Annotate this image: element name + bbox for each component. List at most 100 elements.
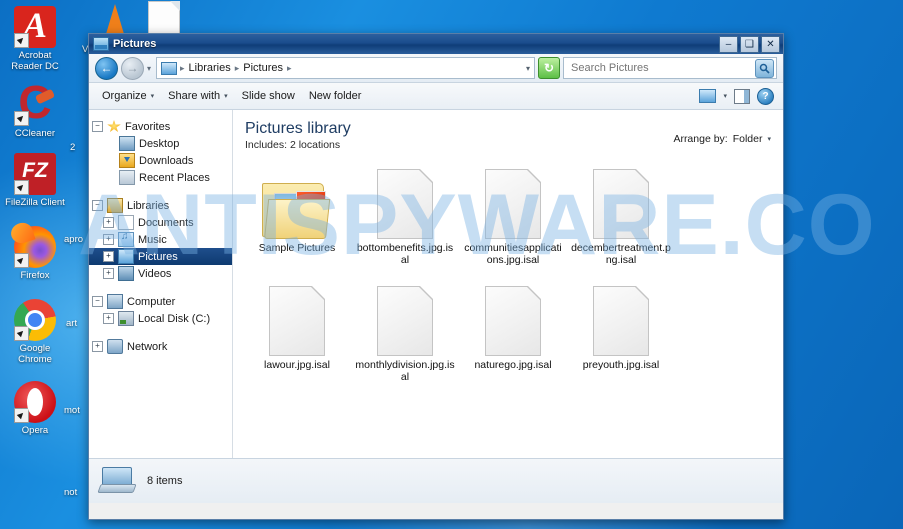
- item-label: Sample Pictures: [258, 242, 336, 254]
- list-item[interactable]: lawour.jpg.isal: [243, 278, 351, 383]
- item-label: lawour.jpg.isal: [264, 359, 330, 371]
- list-item[interactable]: monthlydivision.jpg.isal: [351, 278, 459, 383]
- desktop-hidden-label: mot: [64, 405, 80, 416]
- item-thumbnail: [243, 278, 351, 356]
- item-thumbnail: [567, 278, 675, 356]
- shortcut-overlay-icon: [14, 253, 29, 268]
- breadcrumb[interactable]: ▸ Libraries ▸ Pictures ▸ ▾: [156, 57, 535, 79]
- item-thumbnail: [351, 278, 459, 356]
- expander-icon[interactable]: +: [103, 234, 114, 245]
- acrobat-reader-icon: [14, 4, 56, 48]
- expander-icon[interactable]: +: [103, 313, 114, 324]
- expander-icon[interactable]: +: [103, 251, 114, 262]
- desktop-icon-label: Google Chrome: [18, 343, 52, 365]
- maximize-button[interactable]: ❑: [740, 36, 759, 53]
- file-list-pane[interactable]: Pictures library Includes: 2 locations A…: [233, 110, 783, 458]
- desktop-icon-label: Opera: [21, 425, 49, 436]
- slide-show-button[interactable]: Slide show: [235, 87, 302, 105]
- item-label: monthlydivision.jpg.isal: [355, 359, 455, 383]
- help-icon[interactable]: ?: [757, 87, 774, 105]
- pictures-icon: [118, 249, 134, 264]
- sidebar-item-label: Downloads: [139, 154, 194, 167]
- expander-icon[interactable]: −: [92, 121, 103, 132]
- minimize-button[interactable]: –: [719, 36, 738, 53]
- expander-icon[interactable]: −: [92, 296, 103, 307]
- page-title: Pictures library: [245, 120, 351, 137]
- sidebar-item-computer[interactable]: − Computer: [89, 293, 232, 310]
- sidebar-item-label: Desktop: [139, 137, 180, 150]
- sidebar-item-label: Pictures: [138, 250, 178, 263]
- expander-icon[interactable]: +: [92, 341, 103, 352]
- share-with-button[interactable]: Share with ▾: [161, 87, 235, 105]
- sidebar-item-videos[interactable]: + Videos: [89, 265, 232, 282]
- list-item[interactable]: decembertreatment.png.isal: [567, 161, 675, 266]
- window-controls: – ❑ ✕: [719, 36, 780, 53]
- sidebar-item-desktop[interactable]: Desktop: [89, 135, 232, 152]
- desktop-icon-ccleaner[interactable]: CCleaner: [4, 75, 66, 139]
- sidebar-item-favorites[interactable]: − Favorites: [89, 118, 232, 135]
- window-titlebar[interactable]: Pictures – ❑ ✕: [89, 34, 783, 54]
- chevron-down-icon[interactable]: ▾: [723, 92, 727, 100]
- list-item[interactable]: communitiesapplications.jpg.isal: [459, 161, 567, 266]
- desktop-icon-google-chrome[interactable]: Google Chrome: [4, 299, 66, 365]
- navigation-pane: − Favorites Desktop Downloads Recent Pla…: [89, 110, 233, 458]
- network-icon: [107, 339, 123, 354]
- chevron-down-icon: ▾: [150, 93, 155, 100]
- expander-icon[interactable]: +: [103, 268, 114, 279]
- desktop-icon-label: Acrobat Reader DC: [11, 50, 59, 72]
- desktop-icon-firefox[interactable]: Firefox: [4, 226, 66, 281]
- change-view-icon[interactable]: [699, 89, 717, 103]
- sidebar-item-network[interactable]: + Network: [89, 338, 232, 355]
- sidebar-item-documents[interactable]: + Documents: [89, 214, 232, 231]
- breadcrumb-item-pictures[interactable]: Pictures: [242, 62, 284, 74]
- arrange-by-control[interactable]: Arrange by: Folder ▾: [673, 119, 771, 145]
- shortcut-overlay-icon: [14, 326, 29, 341]
- breadcrumb-item-libraries[interactable]: Libraries: [188, 62, 232, 74]
- sidebar-item-libraries[interactable]: − Libraries: [89, 197, 232, 214]
- organize-button[interactable]: Organize ▾: [95, 87, 161, 105]
- new-folder-button[interactable]: New folder: [302, 87, 369, 105]
- refresh-button[interactable]: ↻: [538, 57, 560, 79]
- history-dropdown-icon[interactable]: ▾: [147, 64, 151, 73]
- sidebar-item-downloads[interactable]: Downloads: [89, 152, 232, 169]
- address-dropdown-icon[interactable]: ▾: [526, 64, 530, 73]
- pictures-library-icon: [93, 37, 109, 51]
- close-button[interactable]: ✕: [761, 36, 780, 53]
- shortcut-overlay-icon: [14, 111, 29, 126]
- preview-pane-icon[interactable]: [734, 88, 750, 104]
- filezilla-icon: [14, 153, 56, 195]
- sidebar-item-label: Computer: [127, 295, 176, 308]
- list-item[interactable]: preyouth.jpg.isal: [567, 278, 675, 383]
- search-input[interactable]: [569, 61, 755, 75]
- file-icon: [485, 169, 541, 239]
- sidebar-item-label: Network: [127, 340, 168, 353]
- sidebar-item-pictures[interactable]: + Pictures: [89, 248, 232, 265]
- window-title: Pictures: [113, 38, 157, 50]
- desktop-icon-acrobat-reader-dc[interactable]: Acrobat Reader DC: [4, 4, 66, 72]
- back-button[interactable]: ←: [95, 56, 118, 80]
- music-icon: [118, 231, 134, 247]
- sidebar-item-local-disk[interactable]: + Local Disk (C:): [89, 310, 232, 327]
- library-header: Pictures library Includes: 2 locations A…: [233, 110, 783, 157]
- expander-icon[interactable]: +: [103, 217, 114, 228]
- computer-icon: [107, 294, 123, 309]
- list-item[interactable]: Sample Pictures: [243, 161, 351, 266]
- search-box[interactable]: [563, 57, 777, 79]
- sidebar-item-music[interactable]: + Music: [89, 231, 232, 248]
- desktop-icon: [119, 136, 135, 151]
- command-bar: Organize ▾ Share with ▾ Slide show New f…: [89, 83, 783, 110]
- command-bar-right: ▾ ?: [699, 87, 777, 105]
- search-icon[interactable]: [755, 58, 774, 78]
- list-item[interactable]: naturego.jpg.isal: [459, 278, 567, 383]
- desktop-icon-opera[interactable]: Opera: [4, 381, 66, 436]
- forward-button[interactable]: →: [121, 56, 144, 80]
- firefox-icon: [14, 226, 56, 268]
- star-icon: [107, 120, 121, 132]
- expander-icon[interactable]: −: [92, 200, 103, 211]
- folder-icon: [262, 179, 332, 239]
- desktop-icon-filezilla-client[interactable]: FileZilla Client: [4, 153, 66, 208]
- sidebar-item-recent-places[interactable]: Recent Places: [89, 169, 232, 186]
- desktop-icon-label: FileZilla Client: [5, 197, 65, 208]
- list-item[interactable]: bottombenefits.jpg.isal: [351, 161, 459, 266]
